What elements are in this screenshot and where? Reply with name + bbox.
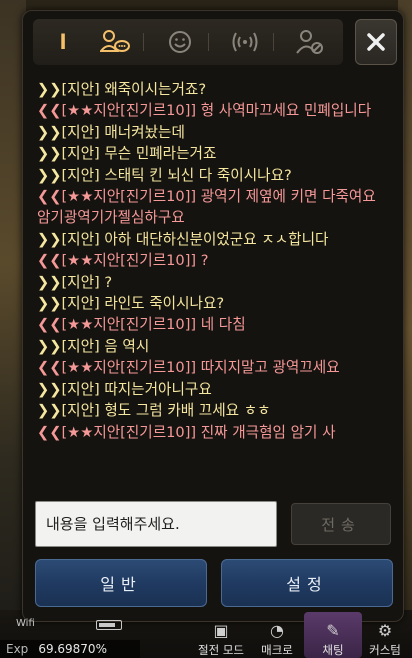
tab-emoji[interactable] xyxy=(158,22,202,62)
chat-message: ❯❯[지안] 아하 대단하신분이었군요 ㅈㅅ합니다 xyxy=(37,230,329,248)
user-block-icon xyxy=(296,30,323,54)
chat-message: ❯❯[지안] 스태틱 킨 뇌신 다 죽이시나요? xyxy=(37,166,292,184)
tab-separator xyxy=(208,33,209,51)
chat-label: 채팅 xyxy=(322,643,344,657)
smiley-icon xyxy=(169,31,191,53)
macro-label: 매크로 xyxy=(261,643,293,657)
chat-message: ❯❯[지안] 매너켜놨는데 xyxy=(37,123,185,141)
users-chat-icon xyxy=(100,30,130,52)
chat-message: ❯❯[지안] 형도 그럼 카배 끄세요 ㅎㅎ xyxy=(37,402,271,420)
settings-button[interactable]: 설정 xyxy=(221,559,393,607)
tab-broadcast[interactable] xyxy=(223,22,267,62)
chat-message: ❯❯[지안] ? xyxy=(37,273,113,291)
exp-label: Exp xyxy=(6,642,29,656)
chat-message: ❯❯[지안] 따지는거아니구요 xyxy=(37,380,212,398)
tab-separator xyxy=(273,33,274,51)
broadcast-icon xyxy=(232,32,258,52)
chat-mode-buttons: 일반 설정 xyxy=(35,559,393,607)
tab-all-label: l xyxy=(59,30,67,54)
chat-panel: l ❯❯[지안] 왜죽이시는거죠? ❮❮[★★지안[진기르10]] 형 사역마끄… xyxy=(22,10,404,622)
chat-button[interactable]: ✎ 채팅 xyxy=(304,612,362,658)
chat-message: ❮❮[★★지안[진기르10]] 광역기 제옆에 키면 다죽여요 암기광역기가젤심… xyxy=(37,188,376,227)
custom-label: 커스텀 xyxy=(369,643,401,657)
battery-icon xyxy=(96,620,122,630)
chat-message: ❯❯[지안] 무슨 민폐라는거죠 xyxy=(37,145,217,163)
power-save-label: 절전 모드 xyxy=(198,643,244,657)
custom-icon: ⚙ xyxy=(377,621,393,640)
tab-separator xyxy=(143,33,144,51)
power-save-button[interactable]: ▣ 절전 모드 xyxy=(192,612,250,658)
macro-button[interactable]: ◔ 매크로 xyxy=(248,612,306,658)
chat-message: ❯❯[지안] 음 역시 xyxy=(37,337,150,355)
tab-all[interactable]: l xyxy=(41,22,85,62)
general-button[interactable]: 일반 xyxy=(35,559,207,607)
macro-icon: ◔ xyxy=(270,621,284,640)
close-icon xyxy=(367,33,385,51)
send-button[interactable]: 전송 xyxy=(291,503,391,545)
chat-message: ❮❮[★★지안[진기르10]] 네 다침 xyxy=(37,316,246,334)
exp-bar: Exp 69.69870% xyxy=(0,640,140,658)
chat-message: ❮❮[★★지안[진기르10]] 형 사역마끄세요 민폐입니다 xyxy=(37,102,372,120)
chat-message: ❮❮[★★지안[진기르10]] 따지지말고 광역끄세요 xyxy=(37,359,340,377)
chat-input-row: 전송 xyxy=(35,501,393,547)
chat-tab-bar: l xyxy=(33,19,343,65)
chat-message: ❮❮[★★지안[진기르10]] 진짜 개극혐임 암기 사 xyxy=(37,423,336,441)
chat-input[interactable] xyxy=(35,501,277,547)
exp-value: 69.69870% xyxy=(38,642,107,656)
tab-guild[interactable] xyxy=(93,22,137,62)
chat-message: ❯❯[지안] 왜죽이시는거죠? xyxy=(37,81,207,98)
tab-block[interactable] xyxy=(288,22,332,62)
close-button[interactable] xyxy=(355,19,397,65)
custom-button[interactable]: ⚙ 커스텀 xyxy=(358,612,412,658)
wifi-indicator: Wifi xyxy=(16,618,35,629)
chat-icon: ✎ xyxy=(326,621,340,640)
chat-message: ❮❮[★★지안[진기르10]] ? xyxy=(37,252,209,270)
chat-message: ❯❯[지안] 라인도 죽이시나요? xyxy=(37,295,225,313)
chat-message-list[interactable]: ❯❯[지안] 왜죽이시는거죠? ❮❮[★★지안[진기르10]] 형 사역마끄세요… xyxy=(37,79,393,499)
power-save-icon: ▣ xyxy=(213,621,229,640)
game-hud-bar: Wifi Exp 69.69870% ▣ 절전 모드 ◔ 매크로 ✎ 채팅 ⚙ … xyxy=(0,610,412,658)
